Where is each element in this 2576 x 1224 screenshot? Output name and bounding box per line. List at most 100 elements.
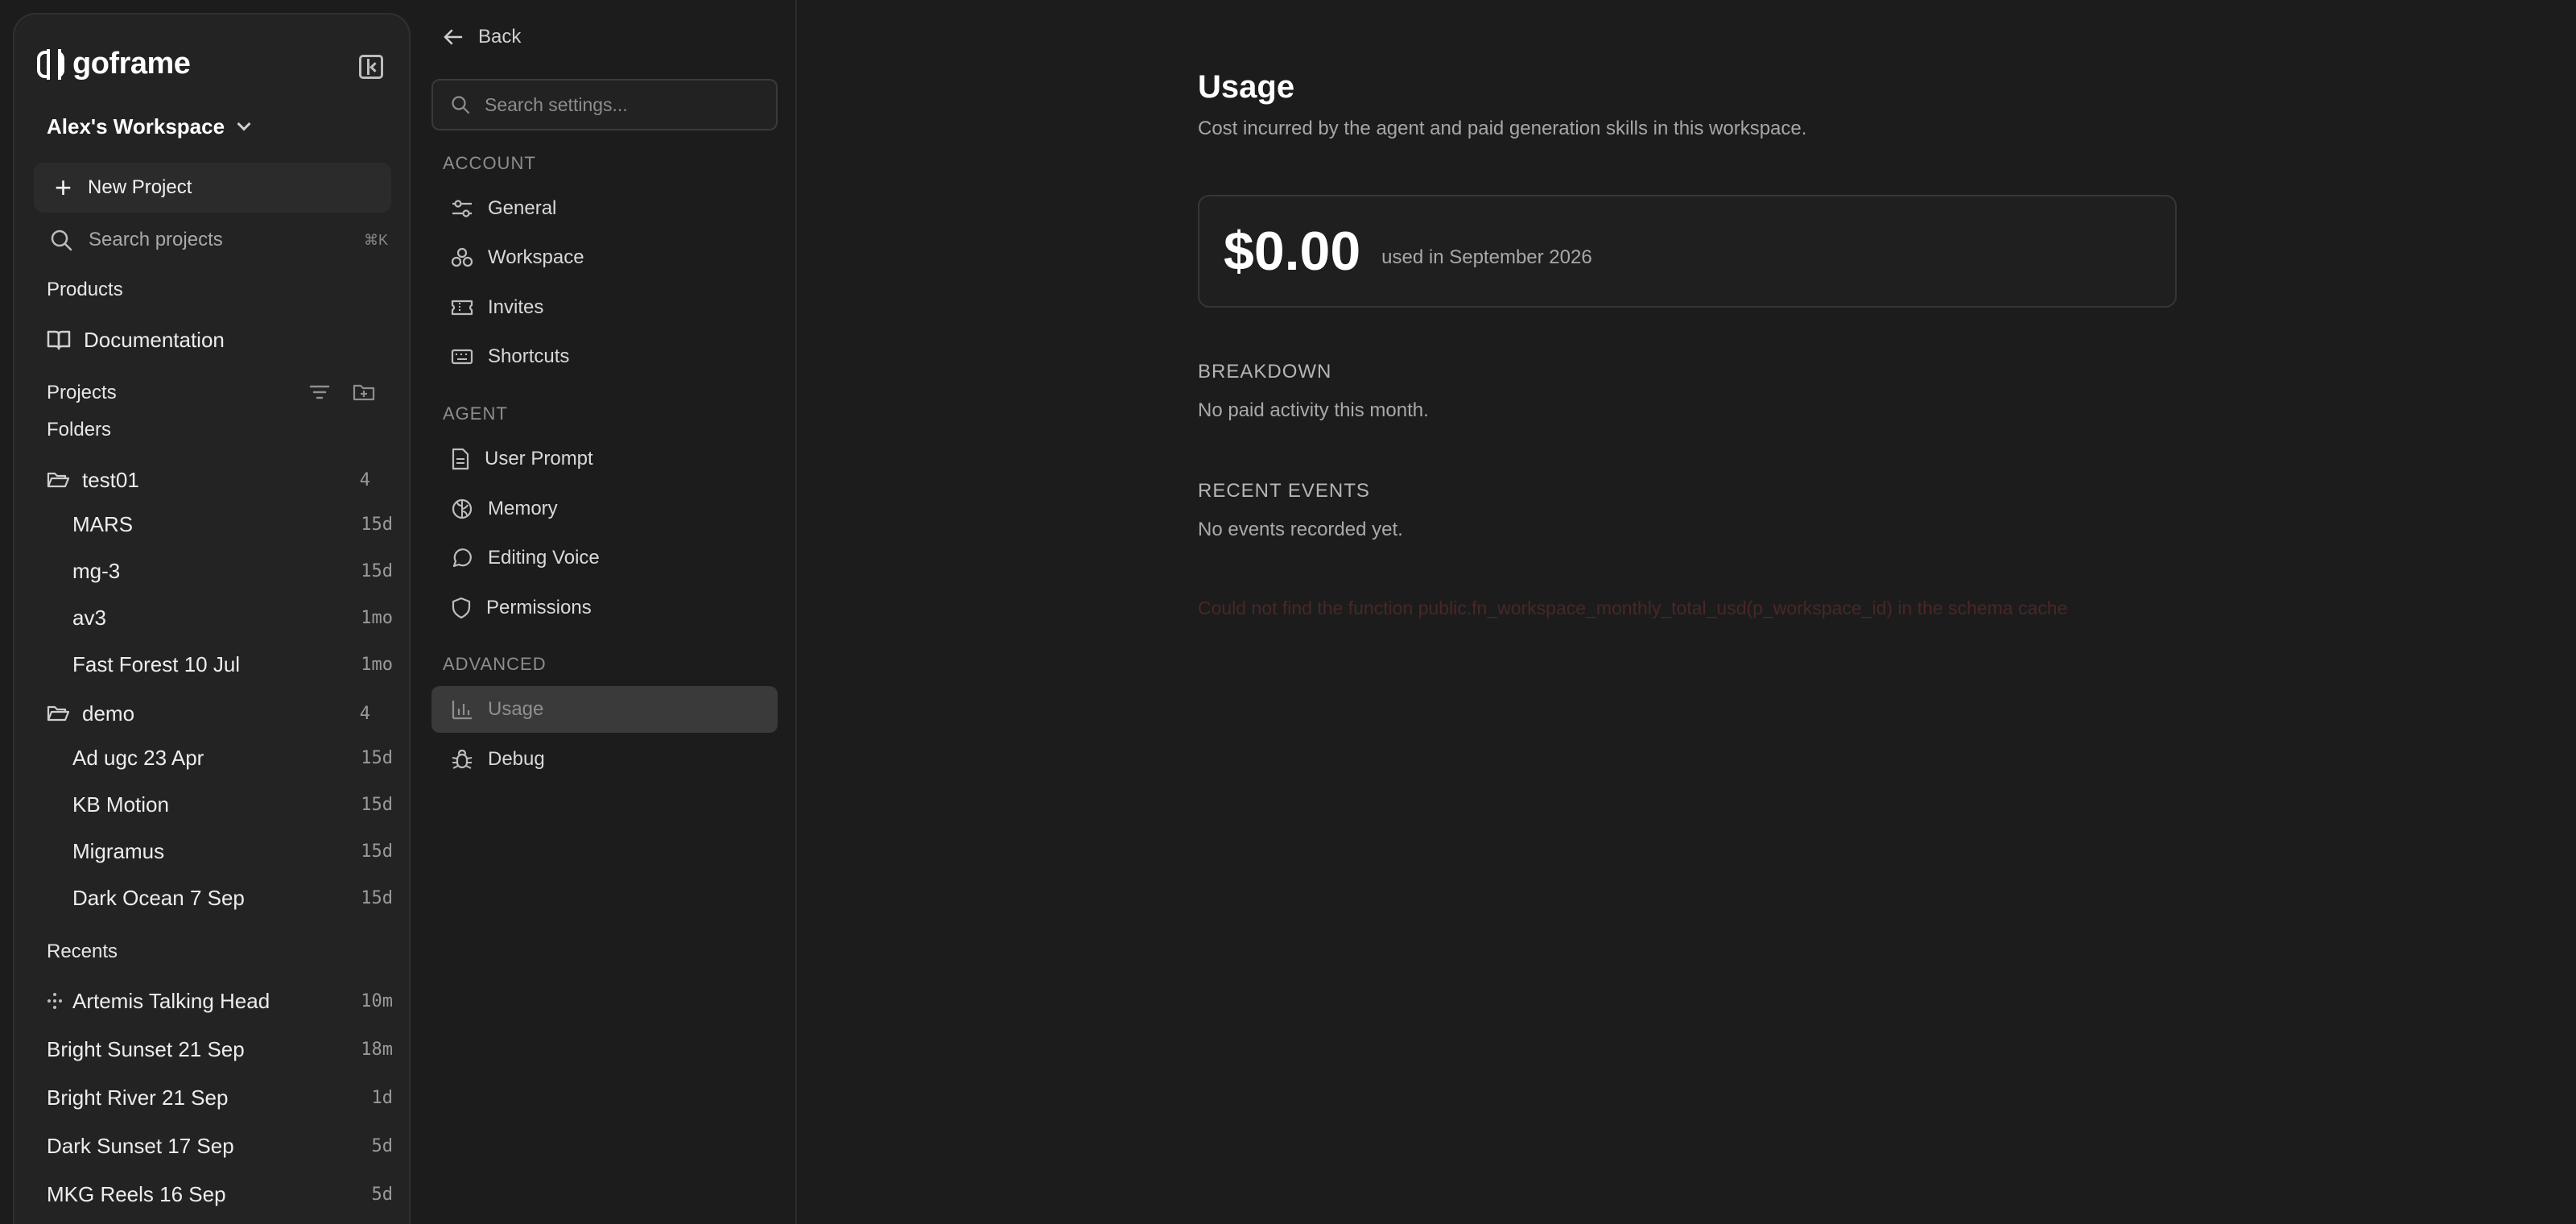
nav-item-label: Invites xyxy=(488,296,544,318)
bar-chart-icon xyxy=(452,701,472,720)
project-name: Dark Ocean 7 Sep xyxy=(72,885,245,910)
recent-events-empty: No events recorded yet. xyxy=(1198,519,1403,540)
recent-name: MKG Reels 16 Sep xyxy=(47,1181,226,1206)
keyboard-icon xyxy=(451,349,473,365)
folders-label: Folders xyxy=(47,419,112,440)
folder-name: test01 xyxy=(82,467,139,492)
nav-item-label: Editing Voice xyxy=(488,547,600,569)
list-item[interactable]: Fast Forest 10 Jul 1mo xyxy=(72,648,393,680)
folder-name: demo xyxy=(82,701,135,726)
search-shortcut: ⌘K xyxy=(363,231,388,248)
search-projects-placeholder: Search projects xyxy=(89,229,223,250)
search-projects-input[interactable]: Search projects ⌘K xyxy=(50,225,388,254)
nav-item-workspace[interactable]: Workspace xyxy=(431,234,778,281)
folder-row[interactable]: demo 4 xyxy=(47,697,393,730)
bug-icon xyxy=(452,749,473,769)
error-message: Could not find the function public.fn_wo… xyxy=(1198,598,2068,618)
recent-age: 5d xyxy=(371,1184,394,1205)
recent-item[interactable]: MKG Reels 16 Sep 5d xyxy=(47,1178,393,1210)
page-title: Usage xyxy=(1198,69,1295,105)
nav-item-permissions[interactable]: Permissions xyxy=(431,585,778,631)
list-item[interactable]: KB Motion 15d xyxy=(72,788,393,821)
nav-group-account: ACCOUNT xyxy=(443,153,536,173)
back-button[interactable]: Back xyxy=(443,26,521,48)
goframe-logo-icon xyxy=(37,48,64,80)
nav-group-agent: AGENT xyxy=(443,403,508,424)
new-project-label: New Project xyxy=(88,176,192,198)
recent-name: Dark Sunset 17 Sep xyxy=(47,1133,234,1158)
nav-item-invites[interactable]: Invites xyxy=(431,284,778,331)
list-item[interactable]: mg-3 15d xyxy=(72,555,393,587)
recent-item[interactable]: Bright Sunset 21 Sep 18m xyxy=(47,1033,393,1065)
nav-item-debug[interactable]: Debug xyxy=(431,736,778,783)
new-folder-icon[interactable] xyxy=(353,383,375,401)
recent-events-heading: RECENT EVENTS xyxy=(1198,480,1370,502)
project-name: Fast Forest 10 Jul xyxy=(72,651,241,676)
documentation-label: Documentation xyxy=(84,327,225,352)
nav-item-shortcuts[interactable]: Shortcuts xyxy=(431,333,778,380)
breakdown-heading: BREAKDOWN xyxy=(1198,361,1332,382)
recent-item[interactable]: Bright River 21 Sep 1d xyxy=(47,1081,393,1114)
recent-age: 10m xyxy=(361,990,393,1011)
list-item[interactable]: Ad ugc 23 Apr 15d xyxy=(72,742,393,774)
nav-item-memory[interactable]: Memory xyxy=(431,486,778,532)
project-name: MARS xyxy=(72,511,134,536)
nav-item-label: Debug xyxy=(488,748,545,770)
list-item[interactable]: av3 1mo xyxy=(72,602,393,634)
collapse-sidebar-icon[interactable] xyxy=(359,55,383,79)
recent-age: 1d xyxy=(371,1087,394,1108)
recent-age: 18m xyxy=(361,1039,393,1060)
workspace-switcher[interactable]: Alex's Workspace xyxy=(47,114,251,139)
products-label: Products xyxy=(47,279,123,300)
nav-item-user-prompt[interactable]: User Prompt xyxy=(431,436,778,482)
nav-item-label: General xyxy=(488,197,557,219)
shield-icon xyxy=(452,597,471,619)
plus-icon: + xyxy=(55,171,72,204)
message-circle-icon xyxy=(452,548,472,568)
recent-item[interactable]: Dark Sunset 17 Sep 5d xyxy=(47,1130,393,1162)
drag-handle-icon xyxy=(47,993,62,1009)
brand-name: goframe xyxy=(72,47,191,81)
project-age: 15d xyxy=(361,887,393,908)
project-name: KB Motion xyxy=(72,792,169,817)
book-icon xyxy=(47,330,71,350)
usage-period: used in September 2026 xyxy=(1381,246,1592,268)
search-icon xyxy=(452,96,470,114)
list-item[interactable]: Migramus 15d xyxy=(72,835,393,867)
sliders-icon xyxy=(452,200,472,217)
settings-search[interactable] xyxy=(431,79,778,130)
folder-open-icon xyxy=(47,472,69,488)
settings-search-input[interactable] xyxy=(485,93,758,116)
documentation-link[interactable]: Documentation xyxy=(47,324,393,356)
page-subtitle: Cost incurred by the agent and paid gene… xyxy=(1198,118,1807,139)
nav-item-general[interactable]: General xyxy=(431,185,778,232)
recents-label: Recents xyxy=(47,941,118,962)
nav-group-advanced: ADVANCED xyxy=(443,654,547,674)
list-item[interactable]: MARS 15d xyxy=(72,508,393,540)
nav-item-editing-voice[interactable]: Editing Voice xyxy=(431,535,778,581)
recent-name: Bright River 21 Sep xyxy=(47,1085,229,1110)
recent-age: 5d xyxy=(371,1135,394,1156)
folder-row[interactable]: test01 4 xyxy=(47,464,393,496)
folder-count: 4 xyxy=(359,469,370,490)
nav-item-label: Shortcuts xyxy=(488,345,570,367)
filter-icon[interactable] xyxy=(309,383,330,401)
recent-item[interactable]: Artemis Talking Head 10m xyxy=(47,985,393,1017)
projects-label: Projects xyxy=(47,382,117,403)
brain-icon xyxy=(452,498,473,519)
ticket-icon xyxy=(451,300,473,316)
new-project-button[interactable]: + New Project xyxy=(34,163,391,213)
brand-logo[interactable]: goframe xyxy=(37,47,191,81)
nav-item-label: Permissions xyxy=(486,597,592,618)
file-text-icon xyxy=(452,448,469,470)
folder-open-icon xyxy=(47,705,69,722)
list-item[interactable]: Dark Ocean 7 Sep 15d xyxy=(72,882,393,914)
project-age: 1mo xyxy=(361,654,393,675)
nav-item-label: User Prompt xyxy=(485,448,593,469)
recent-name: Artemis Talking Head xyxy=(72,988,270,1013)
project-age: 1mo xyxy=(361,607,393,628)
nav-item-usage[interactable]: Usage xyxy=(431,686,778,733)
project-age: 15d xyxy=(361,514,393,535)
search-icon xyxy=(51,229,72,251)
nav-item-label: Workspace xyxy=(488,246,584,268)
